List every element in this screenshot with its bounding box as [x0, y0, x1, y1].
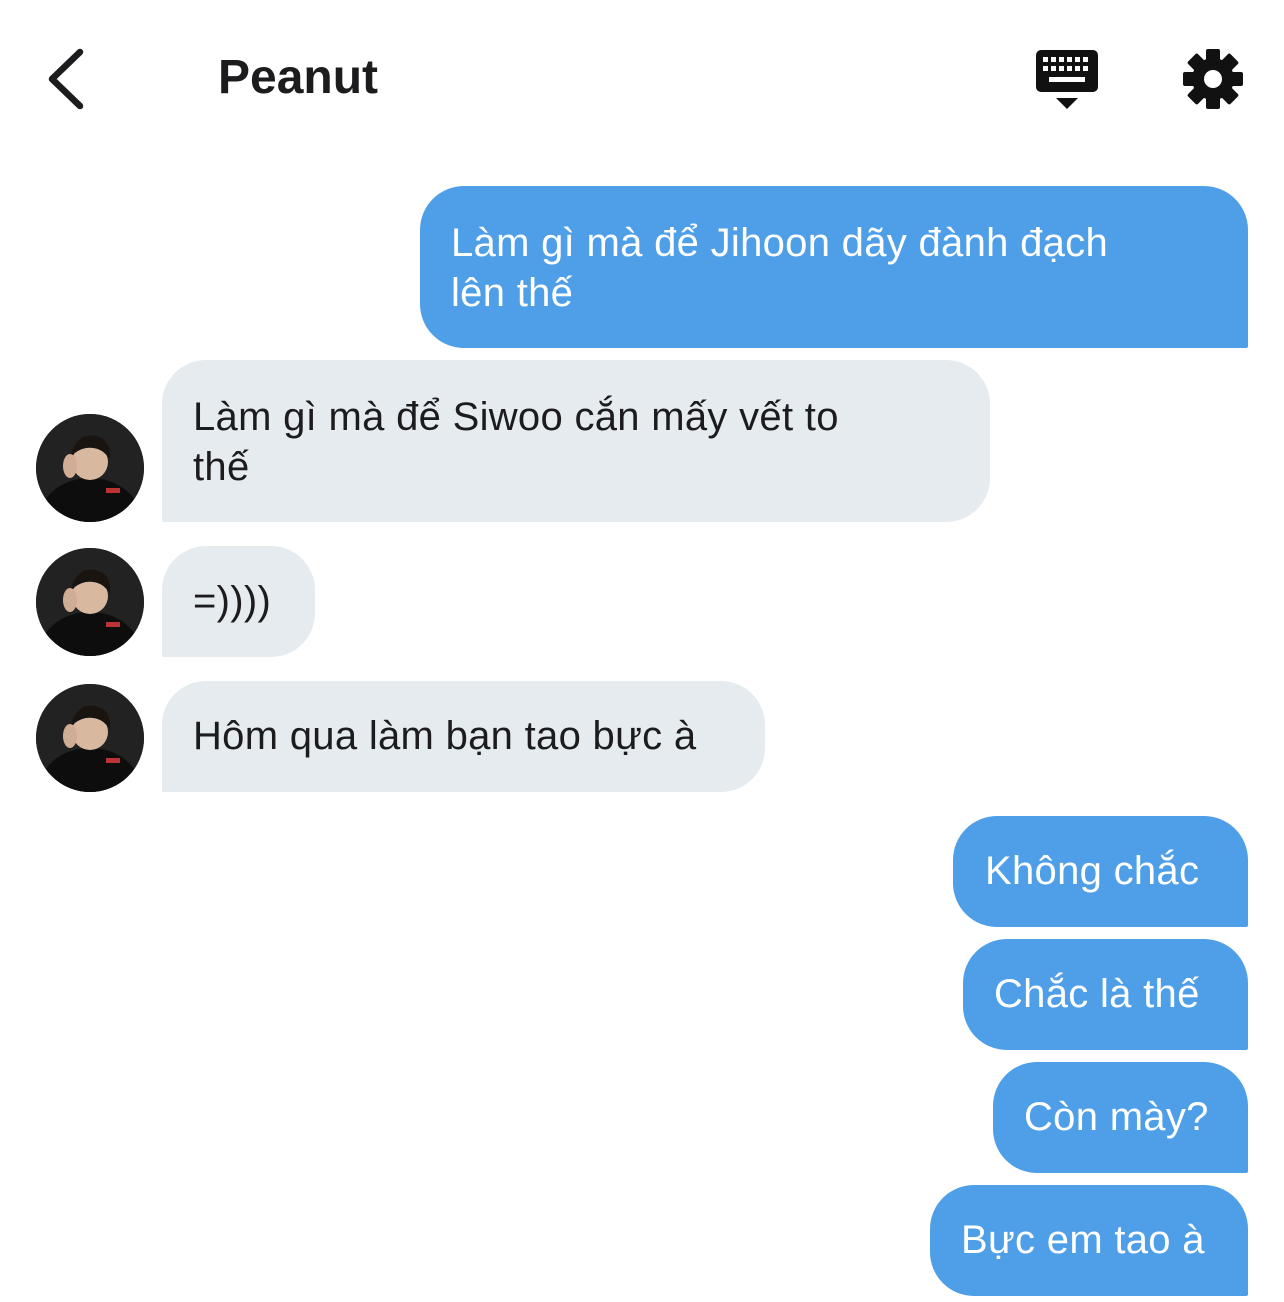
page-title: Peanut — [218, 51, 379, 104]
gear-icon — [1183, 49, 1243, 109]
message-text-line: Làm gì mà để Jihoon dãy đành đạch — [451, 221, 1109, 265]
incoming-message[interactable]: Hôm qua làm bạn tao bực à — [162, 681, 765, 792]
keyboard-button[interactable] — [1034, 46, 1104, 116]
outgoing-message[interactable]: Không chắc — [953, 816, 1248, 927]
incoming-message[interactable]: Làm gì mà để Siwoo cắn mấy vết to thế — [162, 360, 990, 522]
keyboard-hide-icon — [1036, 50, 1098, 109]
incoming-message[interactable]: =)))) — [162, 546, 315, 657]
outgoing-message[interactable]: Chắc là thế — [963, 939, 1248, 1050]
message-text-line: Làm gì mà để Siwoo cắn mấy vết to — [193, 395, 839, 439]
settings-button[interactable] — [1180, 46, 1246, 112]
avatar[interactable] — [36, 548, 144, 656]
message-text-line: Hôm qua làm bạn tao bực à — [193, 714, 697, 758]
avatar-photo — [36, 548, 144, 656]
outgoing-message[interactable]: Làm gì mà để Jihoon dãy đành đạch lên th… — [420, 186, 1248, 348]
message-text-line: lên thế — [451, 271, 574, 315]
avatar[interactable] — [36, 414, 144, 522]
message-text-line: Chắc là thế — [994, 972, 1200, 1016]
message-text-line: Không chắc — [985, 849, 1200, 893]
chevron-left-icon — [48, 48, 84, 110]
message-text-line: =)))) — [193, 579, 272, 623]
outgoing-message[interactable]: Bực em tao à — [930, 1185, 1248, 1296]
avatar-photo — [36, 684, 144, 792]
avatar-photo — [36, 414, 144, 522]
outgoing-message[interactable]: Còn mày? — [993, 1062, 1248, 1173]
chat-header: Peanut — [0, 0, 1284, 150]
message-text-line: Bực em tao à — [961, 1218, 1205, 1262]
avatar[interactable] — [36, 684, 144, 792]
back-button[interactable] — [36, 38, 100, 118]
message-text-line: Còn mày? — [1024, 1095, 1209, 1139]
message-text-line: thế — [193, 445, 250, 489]
